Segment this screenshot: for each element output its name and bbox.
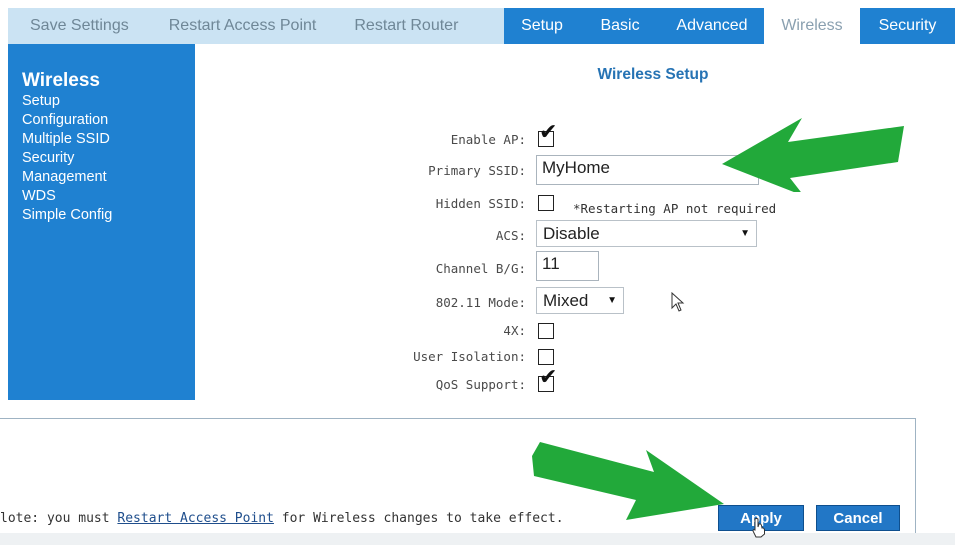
user-isolation-label: User Isolation:	[413, 349, 526, 364]
apply-button[interactable]: Apply	[718, 505, 804, 531]
primary-ssid-label: Primary SSID:	[428, 163, 526, 178]
qos-label: QoS Support:	[435, 377, 526, 392]
enable-ap-checkbox[interactable]: ✔	[538, 122, 557, 147]
tab-basic[interactable]: Basic	[580, 8, 660, 44]
checkmark-icon: ✔	[539, 120, 558, 145]
tab-security[interactable]: Security	[860, 8, 955, 44]
mode-select[interactable]: Mixed ▼	[536, 287, 624, 314]
checkmark-icon: ✔	[539, 365, 558, 390]
mouse-pointer-icon	[671, 292, 685, 312]
restart-access-point-note-link[interactable]: Restart Access Point	[117, 511, 274, 526]
tab-wireless[interactable]: Wireless	[764, 8, 860, 44]
fourx-checkbox[interactable]	[538, 323, 554, 339]
top-links: Save Settings Restart Access Point Resta…	[8, 8, 504, 44]
enable-ap-label: Enable AP:	[450, 132, 526, 147]
dropdown-caret-icon: ▼	[607, 295, 617, 306]
footer-strip	[0, 533, 955, 545]
top-nav-bar: Save Settings Restart Access Point Resta…	[8, 8, 955, 44]
tab-setup[interactable]: Setup	[504, 8, 580, 44]
channel-input[interactable]: 11	[536, 251, 599, 281]
acs-label: ACS:	[495, 228, 526, 243]
restart-hint: *Restarting AP not required	[573, 201, 777, 216]
sidebar-item-management[interactable]: Management	[22, 168, 195, 187]
mode-label: 802.11 Mode:	[435, 295, 526, 310]
note-prefix: lote: you must	[0, 511, 118, 526]
hidden-ssid-label: Hidden SSID:	[435, 196, 526, 211]
mode-value: Mixed	[543, 290, 589, 310]
restart-access-point-link[interactable]: Restart Access Point	[169, 17, 317, 35]
restart-note: lote: you must Restart Access Point for …	[0, 511, 564, 526]
acs-value: Disable	[543, 223, 600, 243]
save-settings-link[interactable]: Save Settings	[30, 17, 129, 35]
page-title: Wireless Setup	[597, 66, 709, 83]
sidebar-item-configuration[interactable]: Configuration	[22, 111, 195, 130]
main-tabs: Setup Basic Advanced Wireless Security	[504, 8, 955, 44]
acs-select[interactable]: Disable ▼	[536, 220, 757, 247]
cancel-button[interactable]: Cancel	[816, 505, 900, 531]
qos-checkbox[interactable]: ✔	[538, 367, 557, 392]
note-suffix: for Wireless changes to take effect.	[273, 511, 564, 526]
fourx-label: 4X:	[503, 323, 526, 338]
sidebar-item-security[interactable]: Security	[22, 149, 195, 168]
channel-label: Channel B/G:	[435, 261, 526, 276]
wireless-setup-panel: Wireless Setup Enable AP: ✔ Primary SSID…	[195, 44, 955, 400]
sidebar-item-simple-config[interactable]: Simple Config	[22, 206, 195, 225]
sidebar-title: Wireless	[22, 70, 100, 91]
restart-router-link[interactable]: Restart Router	[354, 17, 458, 35]
sidebar: Wireless Setup Configuration Multiple SS…	[8, 44, 195, 400]
primary-ssid-input[interactable]: MyHome	[536, 155, 759, 185]
hidden-ssid-checkbox[interactable]	[538, 195, 554, 211]
sidebar-item-setup[interactable]: Setup	[22, 92, 195, 111]
user-isolation-checkbox[interactable]	[538, 349, 554, 365]
tab-advanced[interactable]: Advanced	[660, 8, 764, 44]
sidebar-item-multiple-ssid[interactable]: Multiple SSID	[22, 130, 195, 149]
dropdown-caret-icon: ▼	[740, 228, 750, 239]
sidebar-item-wds[interactable]: WDS	[22, 187, 195, 206]
